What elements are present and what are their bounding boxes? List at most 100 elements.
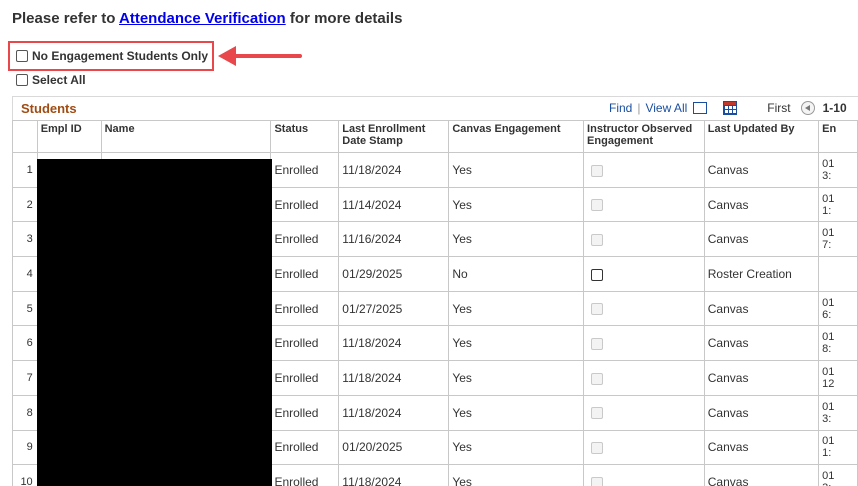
last-updated-by-cell: Canvas bbox=[703, 360, 820, 396]
select-all-label: Select All bbox=[32, 73, 86, 87]
status-cell: Enrolled bbox=[270, 464, 340, 486]
status-cell: Enrolled bbox=[270, 325, 340, 362]
instructor-observed-cell bbox=[583, 186, 705, 223]
enrollment-date-cell: 11/18/2024 bbox=[338, 152, 450, 188]
en-cell: 013: bbox=[818, 464, 858, 486]
en-line-2: 6: bbox=[822, 308, 832, 321]
canvas-engagement-cell: Yes bbox=[448, 394, 585, 431]
row-number: 7 bbox=[12, 360, 38, 396]
instructor-observed-cell bbox=[583, 429, 705, 466]
en-line-2: 3: bbox=[822, 482, 854, 486]
row-number: 5 bbox=[12, 290, 38, 327]
status-cell: Enrolled bbox=[270, 152, 340, 188]
status-cell: Enrolled bbox=[270, 221, 340, 258]
row-number: 3 bbox=[12, 221, 38, 258]
column-header-empl-id[interactable]: Empl ID bbox=[36, 120, 102, 153]
en-cell: 01 8: bbox=[818, 325, 858, 362]
en-cell bbox=[818, 256, 858, 292]
row-range: 1-10 bbox=[822, 101, 847, 115]
enrollment-date-cell: 11/18/2024 bbox=[338, 394, 450, 431]
instructor-observed-cell bbox=[583, 360, 705, 396]
download-grid-icon[interactable] bbox=[723, 101, 738, 115]
row-number: 9 bbox=[12, 429, 38, 466]
canvas-engagement-cell: Yes bbox=[448, 429, 585, 466]
column-header-last-enrollment-date[interactable]: Last Enrollment Date Stamp bbox=[338, 120, 450, 153]
no-engagement-filter[interactable]: No Engagement Students Only bbox=[16, 49, 208, 63]
canvas-engagement-cell: Yes bbox=[448, 152, 585, 188]
last-updated-by-cell: Canvas bbox=[703, 394, 820, 431]
column-header-canvas-engagement[interactable]: Canvas Engagement bbox=[448, 120, 585, 153]
grid-header-bar: Students Find | View All First 1-10 bbox=[12, 96, 858, 120]
previous-page-icon[interactable] bbox=[800, 101, 815, 115]
zoom-grid-icon[interactable] bbox=[693, 102, 708, 114]
en-line-2: 8: bbox=[822, 343, 832, 356]
column-header-name[interactable]: Name bbox=[100, 120, 272, 153]
instructor-observed-checkbox bbox=[591, 303, 604, 316]
last-updated-by-cell: Canvas bbox=[703, 152, 820, 188]
instructor-observed-checkbox bbox=[591, 338, 604, 351]
attendance-verification-link[interactable]: Attendance Verification bbox=[119, 10, 286, 27]
nav-separator: | bbox=[637, 101, 641, 115]
no-engagement-checkbox[interactable] bbox=[16, 50, 28, 62]
column-header-status[interactable]: Status bbox=[270, 120, 340, 153]
last-updated-by-cell: Canvas bbox=[703, 221, 820, 258]
red-arrow-icon bbox=[218, 46, 302, 66]
last-updated-by-cell: Canvas bbox=[703, 186, 820, 223]
first-link[interactable]: First bbox=[767, 101, 790, 115]
en-line-2: 1: bbox=[822, 447, 832, 460]
en-cell: 01 1: bbox=[818, 429, 858, 466]
en-line-1: 01 bbox=[822, 227, 835, 240]
table-header-row: Empl ID Name Status Last Enrollment Date… bbox=[12, 120, 858, 153]
row-number: 6 bbox=[12, 325, 38, 362]
column-header-en[interactable]: En bbox=[818, 120, 858, 153]
instructor-observed-checkbox bbox=[591, 234, 604, 247]
row-number: 8 bbox=[12, 394, 38, 431]
enrollment-date-cell: 01/20/2025 bbox=[338, 429, 450, 466]
last-updated-by-cell: Roster Creation bbox=[703, 256, 820, 292]
row-number: 2 bbox=[12, 186, 38, 223]
enrollment-date-cell: 11/16/2024 bbox=[338, 221, 450, 258]
en-line-2: 3: bbox=[822, 169, 832, 182]
enrollment-date-cell: 11/18/2024 bbox=[338, 360, 450, 396]
intro-suffix: for more details bbox=[289, 10, 403, 27]
instructor-observed-cell bbox=[583, 290, 705, 327]
status-cell: Enrolled bbox=[270, 429, 340, 466]
en-cell: 01 1: bbox=[818, 186, 858, 223]
view-all-link[interactable]: View All bbox=[645, 101, 687, 115]
en-line-2: 3: bbox=[822, 412, 832, 425]
canvas-engagement-cell: No bbox=[448, 256, 585, 292]
status-cell: Enrolled bbox=[270, 360, 340, 396]
status-cell: Enrolled bbox=[270, 186, 340, 223]
en-line-2: 1: bbox=[822, 204, 832, 217]
column-header-instructor-observed[interactable]: Instructor Observed Engagement bbox=[583, 120, 705, 153]
en-line-1: 01 bbox=[822, 435, 835, 448]
column-header-last-updated-by[interactable]: Last Updated By bbox=[703, 120, 820, 153]
status-cell: Enrolled bbox=[270, 256, 340, 292]
grid-navigation: Find | View All First 1-10 bbox=[609, 101, 847, 115]
instructor-observed-checkbox[interactable] bbox=[591, 268, 604, 281]
intro-prefix: Please refer to bbox=[12, 10, 116, 27]
en-line-1: 01 bbox=[822, 157, 835, 170]
instructor-observed-checkbox bbox=[591, 164, 604, 177]
row-number: 10 bbox=[12, 464, 38, 486]
status-cell: Enrolled bbox=[270, 290, 340, 327]
canvas-engagement-cell: Yes bbox=[448, 360, 585, 396]
select-all-filter[interactable]: Select All bbox=[16, 73, 86, 87]
enrollment-date-cell: 11/18/2024 bbox=[338, 464, 450, 486]
instructor-observed-cell bbox=[583, 464, 705, 486]
last-updated-by-cell: Canvas bbox=[703, 325, 820, 362]
find-link[interactable]: Find bbox=[609, 101, 632, 115]
last-updated-by-cell: Canvas bbox=[703, 290, 820, 327]
select-all-checkbox[interactable] bbox=[16, 74, 28, 86]
instructor-observed-checkbox bbox=[591, 442, 604, 455]
instructor-observed-cell bbox=[583, 394, 705, 431]
no-engagement-label: No Engagement Students Only bbox=[32, 49, 209, 63]
instructor-observed-checkbox bbox=[591, 407, 604, 420]
en-line-1: 01 bbox=[822, 331, 835, 344]
en-cell: 01 12 bbox=[818, 360, 858, 396]
instructor-observed-checkbox bbox=[591, 476, 604, 486]
canvas-engagement-cell: Yes bbox=[448, 221, 585, 258]
instructor-observed-cell bbox=[583, 221, 705, 258]
last-updated-by-cell: Canvas bbox=[703, 429, 820, 466]
canvas-engagement-cell: Yes bbox=[448, 290, 585, 327]
